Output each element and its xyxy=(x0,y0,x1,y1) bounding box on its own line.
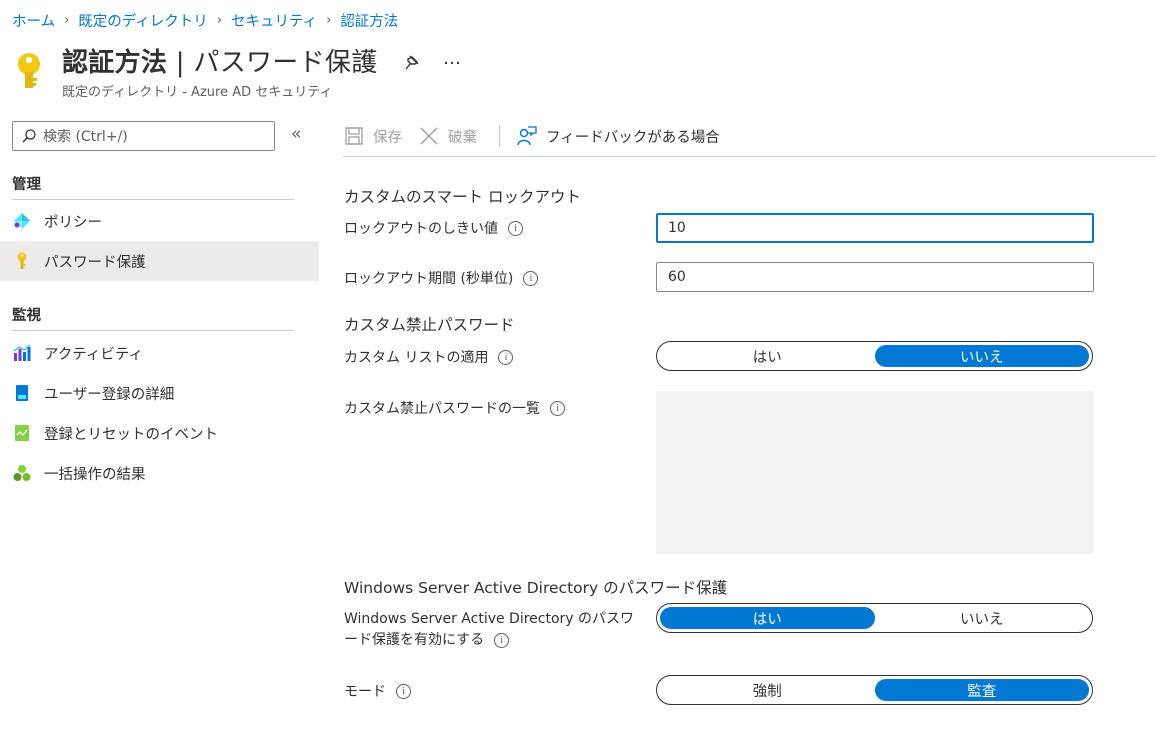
bulk-operations-icon xyxy=(13,464,31,482)
feedback-label: フィードバックがある場合 xyxy=(546,129,720,146)
page-title: 認証方法 | パスワード保護 xyxy=(62,42,378,79)
pin-icon[interactable] xyxy=(402,52,424,74)
collapse-sidebar-icon[interactable]: « xyxy=(291,124,301,144)
search-input[interactable]: 検索 (Ctrl+/) xyxy=(12,121,275,151)
lockout-duration-text: ロックアウト期間 (秒単位) xyxy=(344,271,514,287)
info-icon[interactable]: i xyxy=(508,220,523,236)
feedback-icon xyxy=(516,125,538,147)
divider xyxy=(12,330,294,331)
info-icon[interactable]: i xyxy=(498,349,514,365)
breadcrumb-auth-methods[interactable]: 認証方法 xyxy=(340,10,398,31)
lockout-threshold-label: ロックアウトのしきい値 i xyxy=(344,218,523,238)
search-icon xyxy=(21,128,37,144)
key-icon xyxy=(13,252,31,270)
discard-label: 破棄 xyxy=(448,129,477,146)
sidebar-item-label: ユーザー登録の詳細 xyxy=(44,386,175,403)
command-bar: 保存 破棄 フィードバックがある場合 xyxy=(343,120,736,152)
sidebar-item-label: パスワード保護 xyxy=(44,254,146,271)
enforce-custom-list-toggle: はい いいえ xyxy=(656,341,1093,371)
sidebar-item-password-protection[interactable]: パスワード保護 xyxy=(0,241,319,281)
banned-password-list-textarea[interactable] xyxy=(656,391,1094,554)
chevron-right-icon: › xyxy=(326,13,332,28)
toggle-option-yes[interactable]: はい xyxy=(660,345,875,367)
lockout-threshold-text: ロックアウトのしきい値 xyxy=(344,221,498,237)
save-button[interactable]: 保存 xyxy=(343,125,402,147)
search-placeholder: 検索 (Ctrl+/) xyxy=(43,129,128,145)
mode-label: モード i xyxy=(344,681,411,701)
enable-onprem-toggle: はい いいえ xyxy=(656,603,1093,633)
discard-button[interactable]: 破棄 xyxy=(418,125,477,147)
more-options-icon[interactable]: … xyxy=(443,48,462,69)
windows-ad-heading: Windows Server Active Directory のパスワード保護 xyxy=(344,579,728,597)
lockout-duration-input[interactable]: 60 xyxy=(656,262,1094,292)
policy-icon xyxy=(13,212,31,230)
enable-onprem-label: Windows Server Active Directory のパスワード保護… xyxy=(344,609,644,651)
activity-chart-icon xyxy=(13,344,31,362)
key-icon xyxy=(14,52,44,92)
sidebar-item-activity[interactable]: アクティビティ xyxy=(0,333,319,373)
breadcrumb: ホーム › 既定のディレクトリ › セキュリティ › 認証方法 xyxy=(12,10,398,31)
banned-list-text: カスタム禁止パスワードの一覧 xyxy=(344,401,540,417)
toggle-option-yes[interactable]: はい xyxy=(660,607,875,629)
info-icon[interactable]: i xyxy=(396,683,411,699)
lockout-duration-label: ロックアウト期間 (秒単位) i xyxy=(344,268,539,288)
enforce-custom-list-label: カスタム リストの適用 i xyxy=(344,347,514,367)
mode-text: モード xyxy=(344,684,386,700)
page-title-bold: 認証方法 xyxy=(62,48,168,78)
banned-passwords-heading: カスタム禁止パスワード xyxy=(344,316,515,334)
toggle-option-no[interactable]: いいえ xyxy=(874,345,1089,367)
info-icon[interactable]: i xyxy=(523,270,539,286)
smart-lockout-heading: カスタムのスマート ロックアウト xyxy=(344,188,581,206)
close-icon xyxy=(418,125,440,147)
sidebar-item-label: ポリシー xyxy=(44,214,102,231)
divider xyxy=(12,199,294,200)
info-icon[interactable]: i xyxy=(494,632,510,648)
breadcrumb-directory[interactable]: 既定のディレクトリ xyxy=(78,10,207,31)
sidebar-item-policy[interactable]: ポリシー xyxy=(0,201,319,241)
lockout-threshold-input[interactable]: 10 xyxy=(656,213,1094,243)
sidebar-section-manage: 管理 xyxy=(12,177,41,193)
mode-toggle: 強制 監査 xyxy=(656,675,1093,705)
enable-onprem-text: Windows Server Active Directory のパスワード保護… xyxy=(344,611,635,648)
enforce-custom-list-text: カスタム リストの適用 xyxy=(344,350,489,366)
sidebar-item-label: 一括操作の結果 xyxy=(44,466,146,483)
toolbar-divider xyxy=(499,125,500,147)
sidebar-item-events[interactable]: 登録とリセットのイベント xyxy=(0,413,319,453)
toggle-option-no[interactable]: いいえ xyxy=(875,607,1090,629)
feedback-button[interactable]: フィードバックがある場合 xyxy=(516,125,720,147)
save-label: 保存 xyxy=(373,129,402,146)
sidebar-item-bulk-results[interactable]: 一括操作の結果 xyxy=(0,453,319,493)
sidebar-section-monitor: 監視 xyxy=(12,308,41,324)
page-title-rest: | パスワード保護 xyxy=(167,48,378,78)
banned-list-label: カスタム禁止パスワードの一覧 i xyxy=(344,398,565,418)
sidebar-item-label: 登録とリセットのイベント xyxy=(44,426,218,443)
toggle-option-audit[interactable]: 監査 xyxy=(874,679,1089,701)
page-subtitle: 既定のディレクトリ - Azure AD セキュリティ xyxy=(62,85,333,100)
breadcrumb-security[interactable]: セキュリティ xyxy=(231,10,317,31)
info-icon[interactable]: i xyxy=(550,400,565,416)
events-icon xyxy=(13,424,31,442)
user-registration-icon xyxy=(13,384,31,402)
breadcrumb-home[interactable]: ホーム xyxy=(12,10,55,31)
chevron-right-icon: › xyxy=(64,13,70,28)
chevron-right-icon: › xyxy=(216,13,222,28)
toggle-option-enforce[interactable]: 強制 xyxy=(660,679,875,701)
sidebar-item-user-registration[interactable]: ユーザー登録の詳細 xyxy=(0,373,319,413)
divider xyxy=(343,156,1156,157)
save-icon xyxy=(343,125,365,147)
sidebar-item-label: アクティビティ xyxy=(44,346,144,363)
